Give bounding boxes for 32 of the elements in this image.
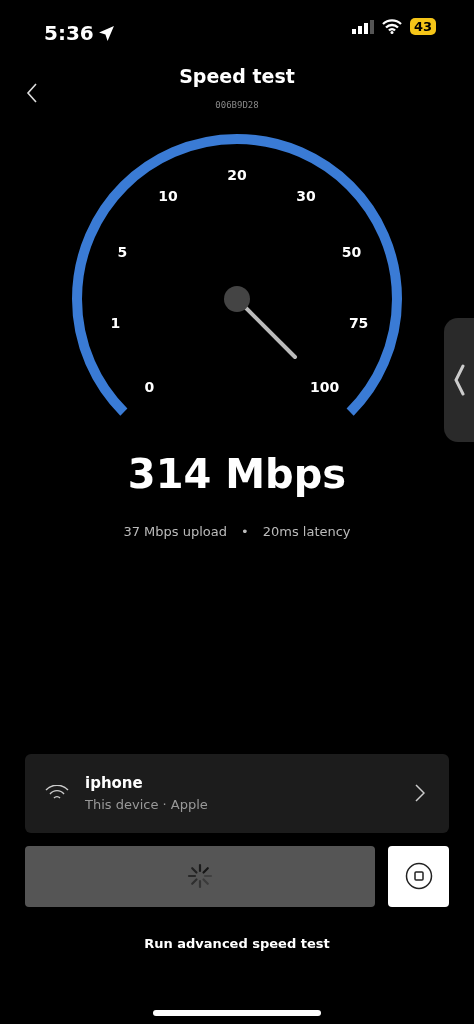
device-card[interactable]: iphone This device · Apple — [25, 753, 449, 833]
gauge-label: 100 — [310, 378, 340, 395]
gauge-label: 30 — [296, 187, 316, 204]
wifi-icon — [45, 785, 69, 801]
side-panel-tab[interactable] — [444, 318, 474, 442]
device-id: 006B9D28 — [215, 98, 259, 112]
loading-spinner-icon — [187, 863, 213, 889]
gauge-label: 5 — [117, 243, 128, 260]
signal-icon — [351, 19, 374, 34]
latency-value: 20ms latency — [262, 523, 351, 541]
page-title: Speed test — [178, 64, 296, 89]
gauge-label: 1 — [110, 315, 121, 332]
stop-icon — [404, 862, 433, 890]
gauge-label: 10 — [158, 187, 178, 204]
battery-level: 43 — [409, 18, 436, 35]
gauge-label: 20 — [227, 167, 247, 183]
wifi-icon — [381, 19, 402, 34]
device-detail: This device · Apple — [85, 795, 209, 814]
advanced-test-link[interactable]: Run advanced speed test — [138, 932, 336, 954]
clock-time: 5:36 — [44, 20, 94, 47]
gauge-label: 75 — [348, 315, 369, 332]
chevron-left-icon — [453, 364, 465, 396]
location-arrow-icon — [97, 24, 115, 42]
chevron-right-icon — [415, 784, 425, 802]
stop-button[interactable] — [388, 845, 449, 907]
gauge-label: 50 — [341, 243, 362, 260]
download-speed: 314 Mbps — [126, 450, 348, 499]
upload-speed: 37 Mbps upload — [123, 523, 227, 541]
gauge-label: 0 — [144, 378, 155, 395]
back-button[interactable] — [26, 82, 38, 104]
device-name: iphone — [85, 773, 144, 794]
separator-dot: • — [241, 523, 249, 541]
